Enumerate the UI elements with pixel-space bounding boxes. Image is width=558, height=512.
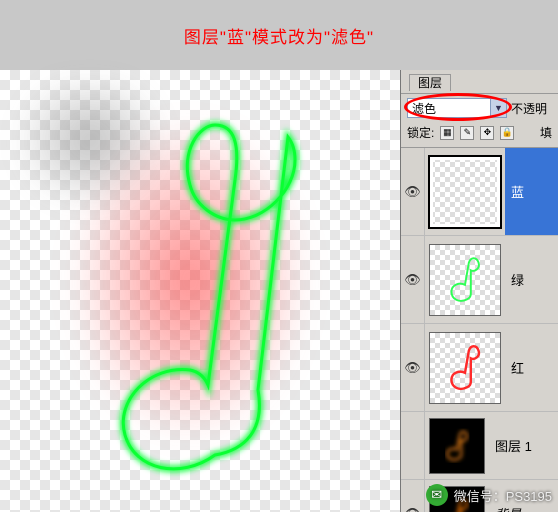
layer-thumbnail[interactable] bbox=[429, 156, 501, 228]
layer-row[interactable]: 图层 1 bbox=[401, 412, 558, 480]
layer-name[interactable]: 图层 1 bbox=[489, 436, 558, 455]
opacity-label: 不透明 bbox=[511, 100, 547, 117]
visibility-toggle[interactable]: 👁 bbox=[401, 324, 425, 411]
lock-row: 锁定: ▦ ✎ ✥ 🔒 填 bbox=[401, 122, 558, 147]
eye-icon: 👁 bbox=[404, 184, 421, 200]
wechat-icon: ✉ bbox=[426, 484, 448, 506]
layer-thumbnail[interactable] bbox=[429, 244, 501, 316]
layer-thumbnail[interactable] bbox=[429, 418, 485, 474]
main-area: 图层 滤色 ▼ 不透明 锁定: ▦ ✎ ✥ 🔒 填 👁 蓝 bbox=[0, 70, 558, 512]
visibility-toggle[interactable] bbox=[401, 412, 425, 479]
blend-mode-row: 滤色 ▼ 不透明 bbox=[401, 94, 558, 122]
eye-icon: 👁 bbox=[404, 506, 421, 512]
red-glow bbox=[40, 90, 320, 490]
eye-icon: 👁 bbox=[404, 360, 421, 376]
lock-brush-icon[interactable]: ✎ bbox=[460, 126, 474, 140]
tab-layers[interactable]: 图层 bbox=[409, 74, 451, 91]
instruction-text: 图层"蓝"模式改为"滤色" bbox=[184, 23, 374, 48]
canvas-artwork bbox=[40, 90, 320, 490]
visibility-toggle[interactable]: 👁 bbox=[401, 148, 425, 235]
layer-list: 👁 蓝 👁 绿 👁 bbox=[401, 147, 558, 512]
thumb-art bbox=[436, 251, 494, 309]
layer-name[interactable]: 红 bbox=[505, 358, 558, 377]
chevron-down-icon: ▼ bbox=[490, 99, 506, 117]
layer-thumbnail[interactable] bbox=[429, 332, 501, 404]
fill-label: 填 bbox=[540, 124, 552, 141]
visibility-toggle[interactable]: 👁 bbox=[401, 480, 425, 512]
layer-row[interactable]: 👁 蓝 bbox=[401, 148, 558, 236]
watermark: ✉ 微信号：PS3195 bbox=[426, 484, 552, 506]
lock-label: 锁定: bbox=[407, 124, 434, 141]
panel-tabs: 图层 bbox=[401, 70, 558, 94]
document-canvas[interactable] bbox=[0, 70, 400, 512]
lock-all-icon[interactable]: 🔒 bbox=[500, 126, 514, 140]
visibility-toggle[interactable]: 👁 bbox=[401, 236, 425, 323]
layer-name[interactable]: 蓝 bbox=[505, 148, 558, 235]
layer-name[interactable]: 绿 bbox=[505, 270, 558, 289]
layers-panel: 图层 滤色 ▼ 不透明 锁定: ▦ ✎ ✥ 🔒 填 👁 蓝 bbox=[400, 70, 558, 512]
music-note-art bbox=[40, 90, 320, 490]
thumb-art bbox=[436, 425, 478, 467]
lock-transparency-icon[interactable]: ▦ bbox=[440, 126, 454, 140]
layer-row[interactable]: 👁 红 bbox=[401, 324, 558, 412]
instruction-banner: 图层"蓝"模式改为"滤色" bbox=[0, 0, 558, 70]
blend-mode-value: 滤色 bbox=[412, 100, 436, 117]
eye-icon: 👁 bbox=[404, 272, 421, 288]
watermark-text: 微信号：PS3195 bbox=[454, 486, 552, 505]
layer-row[interactable]: 👁 绿 bbox=[401, 236, 558, 324]
thumb-art bbox=[436, 339, 494, 397]
lock-move-icon[interactable]: ✥ bbox=[480, 126, 494, 140]
smoke-effect bbox=[20, 80, 220, 260]
blend-mode-select[interactable]: 滤色 ▼ bbox=[407, 98, 507, 118]
